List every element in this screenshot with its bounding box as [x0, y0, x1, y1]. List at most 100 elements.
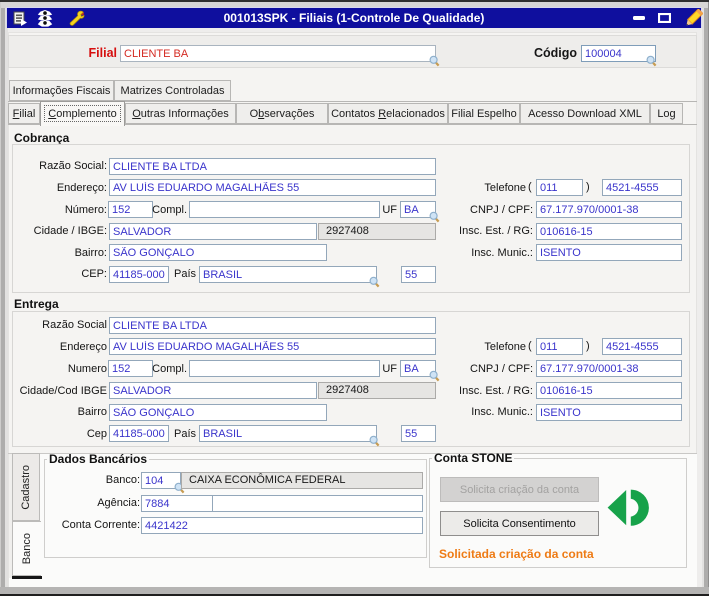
entrega-telefone-label: Telefone [484, 341, 526, 353]
cobranca-bairro-label: Bairro: [74, 247, 107, 259]
cobranca-razao-label: Razão Social: [39, 160, 107, 172]
edit-pencil-button[interactable] [683, 8, 703, 28]
entrega-ddd-input[interactable] [536, 338, 583, 355]
cobranca-razao-input[interactable] [109, 158, 436, 175]
window-frame-right-bevel [702, 8, 704, 587]
cobranca-cep-label: CEP: [81, 268, 107, 280]
codigo-label: Código [533, 46, 577, 60]
cobranca-cnpj-label: CNPJ / CPF: [470, 204, 533, 216]
stone-logo [607, 489, 649, 526]
maximize-button[interactable] [658, 8, 671, 28]
side-tab-cadastro[interactable]: Cadastro [12, 453, 40, 521]
tab-matrizes-controladas[interactable]: Matrizes Controladas [114, 80, 231, 101]
tab-label-part: elacionados [386, 107, 445, 120]
tab-label: Matrizes Controladas [120, 84, 225, 97]
banco-codigo-input[interactable] [141, 472, 181, 489]
entrega-cnpj-input[interactable] [536, 360, 682, 377]
entrega-cnpj-label: CNPJ / CPF: [470, 363, 533, 375]
tab-observacoes[interactable]: Observações [236, 103, 328, 124]
codigo-input[interactable] [581, 45, 656, 62]
tab-label: Filial Espelho [451, 107, 517, 120]
conta-stone-title: Conta STONE [434, 451, 513, 465]
cobranca-compl-input[interactable] [189, 201, 380, 218]
banco-nome-field: CAIXA ECONÔMICA FEDERAL [181, 472, 423, 489]
cobranca-cidade-label: Cidade / IBGE: [33, 225, 107, 237]
cobranca-pais-input[interactable] [199, 266, 377, 283]
cobranca-numero-label: Número: [64, 204, 107, 216]
entrega-cidade-label: Cidade/Cod IBGE [19, 385, 107, 397]
filial-label: Filial [88, 46, 117, 60]
entrega-pais-label: País [173, 428, 196, 440]
entrega-ddi-input[interactable] [401, 425, 436, 442]
cobranca-compl-label: Compl. [152, 204, 187, 216]
solicita-consentimento-button[interactable]: Solicita Consentimento [440, 511, 599, 536]
tab-label-part: ilial [19, 107, 36, 120]
entrega-uf-label: UF [382, 363, 397, 375]
solicita-criacao-button[interactable]: Solicita criação da conta [440, 477, 599, 502]
tab-label-part: utras Informações [140, 107, 229, 120]
side-tab-label: Banco [21, 532, 33, 565]
tab-contatos-relacionados[interactable]: Contatos Relacionados [328, 103, 448, 124]
tab-label: Contatos Relacionados [331, 108, 445, 120]
tab-log[interactable]: Log [650, 103, 683, 124]
entrega-paren-close: ) [586, 340, 590, 352]
agencia-dv-input[interactable] [212, 495, 423, 512]
cobranca-im-input[interactable] [536, 244, 682, 261]
agencia-label: Agência: [97, 497, 140, 509]
entrega-bairro-label: Bairro [77, 406, 107, 418]
entrega-fone-input[interactable] [602, 338, 682, 355]
entrega-endereco-label: Endereço [59, 341, 107, 353]
entrega-endereco-input[interactable] [109, 338, 436, 355]
side-tab-banco[interactable]: Banco [12, 521, 41, 576]
tab-acesso-download-xml[interactable]: Acesso Download XML [520, 103, 650, 124]
tab-mnemonic: O [132, 107, 141, 120]
cobranca-uf-input[interactable] [400, 201, 436, 218]
cobranca-fone-input[interactable] [602, 179, 682, 196]
tab-label: Outras Informações [132, 108, 229, 120]
entrega-im-label: Insc. Munic.: [471, 406, 533, 418]
conta-corrente-input[interactable] [141, 517, 423, 534]
tab-informacoes-fiscais[interactable]: Informações Fiscais [9, 80, 114, 101]
side-tab-label: Cadastro [20, 464, 32, 510]
entrega-razao-input[interactable] [109, 317, 436, 334]
entrega-ie-input[interactable] [536, 382, 682, 399]
tab-complemento[interactable]: Complemento [40, 101, 125, 126]
entrega-cep-label: Cep [86, 428, 107, 440]
agencia-input[interactable] [141, 495, 213, 512]
tab-label-part: servações [264, 107, 315, 120]
tab-filial[interactable]: Filial [8, 103, 40, 124]
cobranca-cidade-input[interactable] [109, 223, 317, 240]
cobranca-im-label: Insc. Munic.: [471, 247, 533, 259]
cobranca-pais-label: País [173, 268, 196, 280]
tab-label: Log [657, 107, 676, 120]
cobranca-bairro-input[interactable] [109, 244, 327, 261]
cobranca-cnpj-input[interactable] [536, 201, 682, 218]
entrega-bairro-input[interactable] [109, 404, 327, 421]
window-frame-left [0, 2, 1, 594]
tab-label-part: Contatos [331, 107, 379, 120]
entrega-heading: Entrega [14, 297, 59, 311]
tab-label: Acesso Download XML [528, 107, 642, 120]
entrega-ibge-field: 2927408 [318, 382, 436, 399]
minimize-button[interactable] [631, 8, 647, 28]
entrega-pais-input[interactable] [199, 425, 377, 442]
tab-focus-rect [44, 105, 121, 122]
entrega-im-input[interactable] [536, 404, 682, 421]
window-title: 001013SPK - Filiais (1-Controle De Quali… [223, 11, 485, 25]
cobranca-endereco-input[interactable] [109, 179, 436, 196]
tab-filial-espelho[interactable]: Filial Espelho [448, 103, 520, 124]
entrega-compl-input[interactable] [189, 360, 380, 377]
cobranca-ie-input[interactable] [536, 223, 682, 240]
filial-input[interactable] [120, 45, 436, 62]
cobranca-ibge-field: 2927408 [318, 223, 436, 240]
tab-outras-informacoes[interactable]: Outras Informações [125, 103, 236, 124]
entrega-uf-input[interactable] [400, 360, 436, 377]
side-tab-underline [12, 576, 42, 579]
cobranca-ddi-input[interactable] [401, 266, 436, 283]
tab-label: Filial [13, 108, 36, 120]
cobranca-ddd-input[interactable] [536, 179, 583, 196]
tab-mnemonic: R [378, 107, 387, 120]
entrega-cidade-input[interactable] [109, 382, 317, 399]
cobranca-ie-label: Insc. Est. / RG: [459, 225, 533, 237]
title-bar: 001013SPK - Filiais (1-Controle De Quali… [6, 7, 703, 28]
